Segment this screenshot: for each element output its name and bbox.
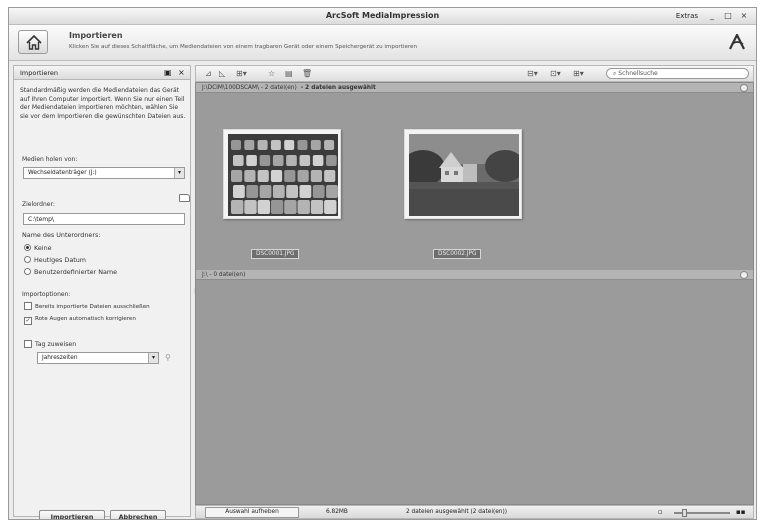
- status-bar: Auswahl aufheben 6.82MB 2 dateien ausgew…: [195, 505, 754, 519]
- radio-icon[interactable]: [24, 268, 31, 275]
- source-label: Medien holen von:: [22, 156, 78, 163]
- checkbox-icon[interactable]: [24, 302, 32, 310]
- app-window: ArcSoft MediaImpression Extras _ □ × Imp…: [8, 7, 757, 520]
- group-path: J:\ - 0 datei(en): [202, 272, 246, 278]
- title-bar: ArcSoft MediaImpression Extras _ □ ×: [9, 8, 756, 25]
- checkbox-label: Tag zuweisen: [35, 341, 77, 348]
- tag-settings-icon[interactable]: ⚲: [165, 353, 171, 362]
- import-panel: Importieren ▣ × Standardmäßig werden die…: [13, 65, 191, 519]
- panel-title: Importieren: [20, 69, 59, 77]
- subfolder-label: Name des Unterordners:: [22, 231, 101, 239]
- header-description: Klicken Sie auf dieses Schaltfläche, um …: [69, 44, 418, 50]
- red-eye-checkbox[interactable]: ✓ Rote Augen automatisch korrigieren: [24, 316, 136, 325]
- import-options-label: Importoptionen:: [22, 291, 71, 298]
- collapse-icon[interactable]: [740, 271, 748, 279]
- subfolder-option-today[interactable]: Heutiges Datum: [24, 256, 86, 264]
- file-name-label[interactable]: DSC0001.JPG: [251, 249, 300, 259]
- radio-selected-icon[interactable]: [24, 244, 31, 251]
- arcsoft-logo-icon: [729, 34, 745, 50]
- collapse-icon[interactable]: [740, 84, 748, 92]
- zoom-large-icon[interactable]: ▪▪: [736, 508, 746, 516]
- search-field[interactable]: ⌕ Schnellsuche: [606, 68, 749, 79]
- assign-tag-checkbox[interactable]: Tag zuweisen: [24, 340, 76, 348]
- tag-select-value: Jahreszeiten: [42, 355, 78, 361]
- tag-select[interactable]: Jahreszeiten ▾: [37, 352, 159, 364]
- zoom-slider[interactable]: [674, 509, 730, 517]
- import-intro-text: Standardmäßig werden die Mediendateien d…: [20, 87, 186, 120]
- sort-icon[interactable]: ⊟▾: [527, 69, 538, 78]
- panel-header: Importieren ▣ ×: [14, 66, 190, 80]
- total-size: 6.82MB: [326, 509, 348, 515]
- dock-icon[interactable]: ▣: [164, 68, 172, 77]
- checkbox-checked-icon[interactable]: ✓: [24, 317, 32, 325]
- toolbar: ⊿ ◺ ⊞▾ ☆ ▤ 🗑 ⊟▾ ⊡▾ ⊞▾ ⌕ Schnellsuche: [195, 65, 754, 82]
- search-placeholder: Schnellsuche: [618, 70, 658, 77]
- zoom-small-icon[interactable]: ▫: [658, 508, 663, 516]
- rotate-right-icon[interactable]: ◺: [219, 69, 225, 78]
- group-header[interactable]: J:\ - 0 datei(en): [196, 270, 753, 280]
- subfolder-option-label: Benutzerdefinierter Name: [34, 268, 118, 276]
- display-icon[interactable]: ⊞▾: [573, 69, 584, 78]
- browse-folder-icon[interactable]: [179, 194, 190, 202]
- subfolder-option-label: Heutiges Datum: [34, 256, 87, 264]
- group-header[interactable]: J:\DCIM\100DSCAM\ - 2 datei(en) - 2 datei…: [196, 83, 753, 93]
- target-folder-label: Zielordner:: [22, 201, 55, 208]
- home-icon: [26, 35, 42, 50]
- document-icon[interactable]: ▤: [285, 69, 293, 78]
- subfolder-option-none[interactable]: Keine: [24, 244, 52, 252]
- chevron-down-icon[interactable]: ▾: [148, 353, 158, 363]
- subfolder-option-custom[interactable]: Benutzerdefinierter Name: [24, 268, 117, 276]
- thumbnail[interactable]: [223, 129, 341, 219]
- star-icon[interactable]: ☆: [268, 69, 275, 78]
- trash-icon[interactable]: 🗑: [302, 69, 312, 78]
- checkbox-label: Bereits importierte Dateien ausschließen: [35, 304, 150, 310]
- close-button[interactable]: ×: [738, 10, 750, 22]
- chevron-down-icon[interactable]: ▾: [174, 168, 184, 178]
- import-button[interactable]: Importieren: [39, 510, 105, 519]
- cancel-button[interactable]: Abbrechen: [110, 510, 166, 519]
- source-select-value: Wechseldatenträger (J:): [28, 170, 97, 176]
- target-folder-input[interactable]: C:\temp\: [23, 213, 185, 225]
- radio-icon[interactable]: [24, 256, 31, 263]
- media-browser: J:\DCIM\100DSCAM\ - 2 datei(en) - 2 datei…: [195, 82, 754, 505]
- filter-icon[interactable]: ⊡▾: [550, 69, 561, 78]
- source-select[interactable]: Wechseldatenträger (J:) ▾: [23, 167, 185, 179]
- minimize-button[interactable]: _: [706, 10, 718, 22]
- keyboard-photo: [228, 134, 338, 216]
- file-name-label[interactable]: DSC0002.JPG: [433, 249, 482, 259]
- target-folder-value: C:\temp\: [28, 216, 54, 223]
- thumbnail[interactable]: [404, 129, 522, 219]
- deselect-button[interactable]: Auswahl aufheben: [205, 507, 299, 518]
- selection-summary: 2 dateien ausgewählt (2 datei(en)): [406, 509, 507, 515]
- house-photo: [409, 134, 519, 216]
- panel-close-icon[interactable]: ×: [178, 68, 185, 77]
- checkbox-icon[interactable]: [24, 340, 32, 348]
- checkbox-label: Rote Augen automatisch korrigieren: [35, 316, 136, 322]
- view-options-icon[interactable]: ⊞▾: [236, 69, 247, 78]
- rotate-left-icon[interactable]: ⊿: [205, 69, 212, 78]
- zoom-slider-handle[interactable]: [682, 509, 687, 517]
- group-selection: - 2 dateien ausgewählt: [300, 85, 376, 91]
- home-button[interactable]: [18, 30, 48, 54]
- header-title: Importieren: [69, 31, 123, 40]
- window-title: ArcSoft MediaImpression: [325, 11, 440, 20]
- extras-menu[interactable]: Extras: [676, 12, 698, 20]
- header-band: Importieren Klicken Sie auf dieses Schal…: [9, 25, 756, 61]
- maximize-button[interactable]: □: [722, 10, 734, 22]
- subfolder-option-label: Keine: [34, 244, 52, 252]
- group-path: J:\DCIM\100DSCAM\ - 2 datei(en): [202, 85, 297, 91]
- exclude-imported-checkbox[interactable]: Bereits importierte Dateien ausschließen: [24, 302, 150, 310]
